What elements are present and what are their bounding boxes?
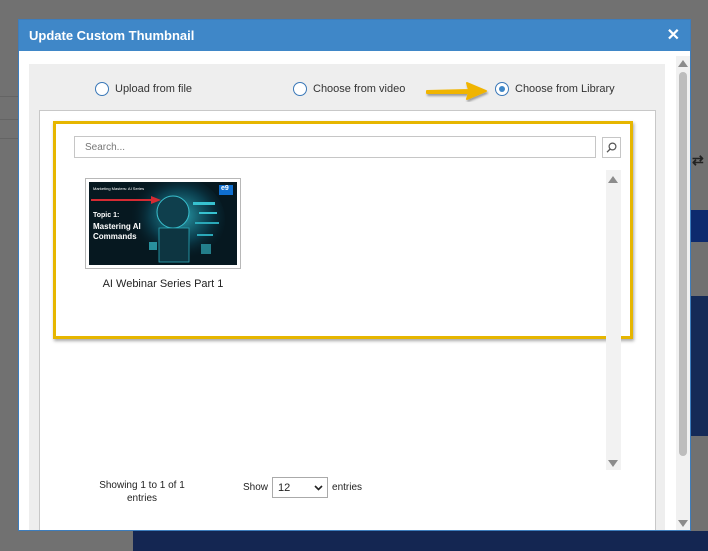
background-image: [690, 296, 708, 436]
radio-label: Choose from video: [313, 83, 406, 95]
show-label: Show: [243, 482, 269, 493]
chevron-down-icon: [314, 484, 323, 491]
thumbnail-source-options: Upload from file Choose from video Choos…: [29, 82, 665, 102]
update-thumbnail-dialog: Update Custom Thumbnail ✕ Upload from fi…: [18, 19, 691, 531]
thumbnail-series-text: Marketing Masters: AI Series: [93, 186, 145, 191]
background-row: [0, 138, 18, 204]
search-button[interactable]: [602, 137, 621, 158]
thumbnail-logo: e9: [221, 185, 229, 192]
thumbnail-topic-text: Topic 1:: [93, 212, 120, 219]
radio-upload-from-file[interactable]: Upload from file: [95, 82, 192, 96]
radio-choose-from-library[interactable]: Choose from Library: [495, 82, 615, 96]
thumbnail-image: Marketing Masters: AI Series e9 Topic 1:…: [89, 182, 237, 265]
background-banner: [690, 210, 708, 242]
radio-button[interactable]: [95, 82, 109, 96]
scroll-up-icon[interactable]: [608, 176, 618, 183]
pagination-info: Showing 1 to 1 of 1 entries: [99, 480, 185, 504]
radio-choose-from-video[interactable]: Choose from video: [293, 82, 405, 96]
page-size-value: 12: [278, 481, 291, 494]
dialog-header: Update Custom Thumbnail ✕: [19, 20, 690, 51]
dialog-body: Upload from file Choose from video Choos…: [29, 64, 665, 530]
radio-button-selected[interactable]: [495, 82, 509, 96]
library-item-thumbnail[interactable]: Marketing Masters: AI Series e9 Topic 1:…: [85, 178, 241, 269]
arrow-annotation-icon: [426, 82, 487, 100]
entries-label: entries: [332, 482, 363, 493]
dialog-scrollbar[interactable]: [676, 56, 690, 530]
background-row: [0, 96, 18, 120]
search-icon: [606, 142, 617, 153]
radio-button[interactable]: [293, 82, 307, 96]
background-image: [133, 531, 708, 551]
radio-label: Choose from Library: [515, 83, 615, 95]
library-scrollbar[interactable]: [606, 170, 621, 470]
scroll-down-icon[interactable]: [678, 520, 688, 527]
page-size-control: Show 12 entries: [243, 477, 362, 498]
library-item-caption: AI Webinar Series Part 1: [102, 278, 224, 290]
radio-label: Upload from file: [115, 83, 193, 95]
dialog-title: Update Custom Thumbnail: [29, 28, 195, 43]
thumbnail-title-line1: Mastering AI: [93, 222, 141, 231]
scroll-down-icon[interactable]: [608, 460, 618, 467]
thumbnail-title-line2: Commands: [93, 232, 137, 241]
library-search-input[interactable]: [74, 136, 596, 158]
close-icon[interactable]: ✕: [667, 27, 680, 44]
scrollbar-thumb[interactable]: [679, 72, 687, 456]
library-panel: Marketing Masters: AI Series e9 Topic 1:…: [39, 110, 656, 530]
scroll-up-icon[interactable]: [678, 60, 688, 67]
page-size-select[interactable]: 12: [272, 477, 329, 498]
background-refresh-icon: ⇄: [692, 152, 704, 168]
